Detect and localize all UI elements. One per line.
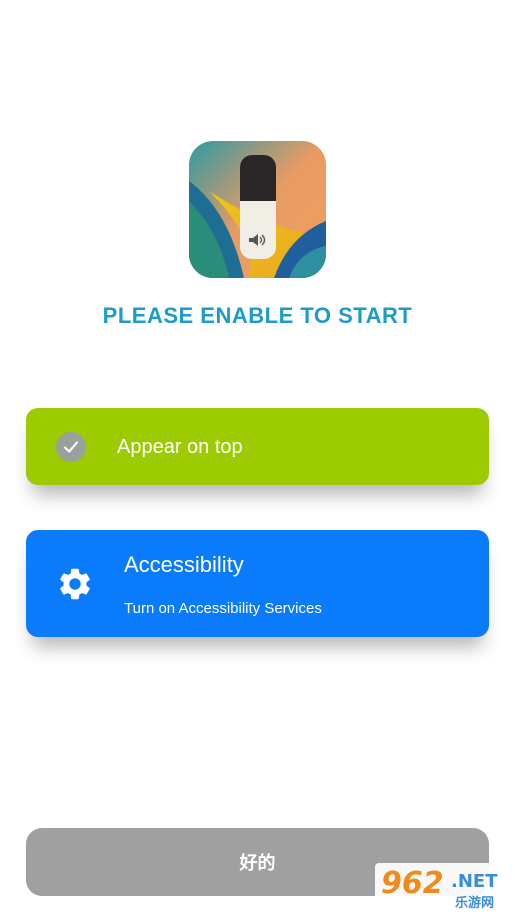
gear-icon [56,565,94,603]
accessibility-label: Accessibility [124,552,244,577]
check-icon [56,432,86,462]
svg-text:.NET: .NET [451,871,498,892]
svg-text:乐游网: 乐游网 [455,895,494,911]
appear-on-top-card[interactable] [26,408,489,485]
app-icon [189,141,326,278]
permission-screen: PLEASE ENABLE TO START Appear on top Acc… [0,0,515,915]
accessibility-card[interactable] [26,530,489,637]
appear-on-top-label: Appear on top [117,436,243,458]
svg-text:962: 962 [381,866,444,901]
page-title: PLEASE ENABLE TO START [102,303,413,328]
accessibility-subtitle: Turn on Accessibility Services [124,600,322,617]
watermark-logo: 962 .NET 乐游网 [375,863,513,913]
